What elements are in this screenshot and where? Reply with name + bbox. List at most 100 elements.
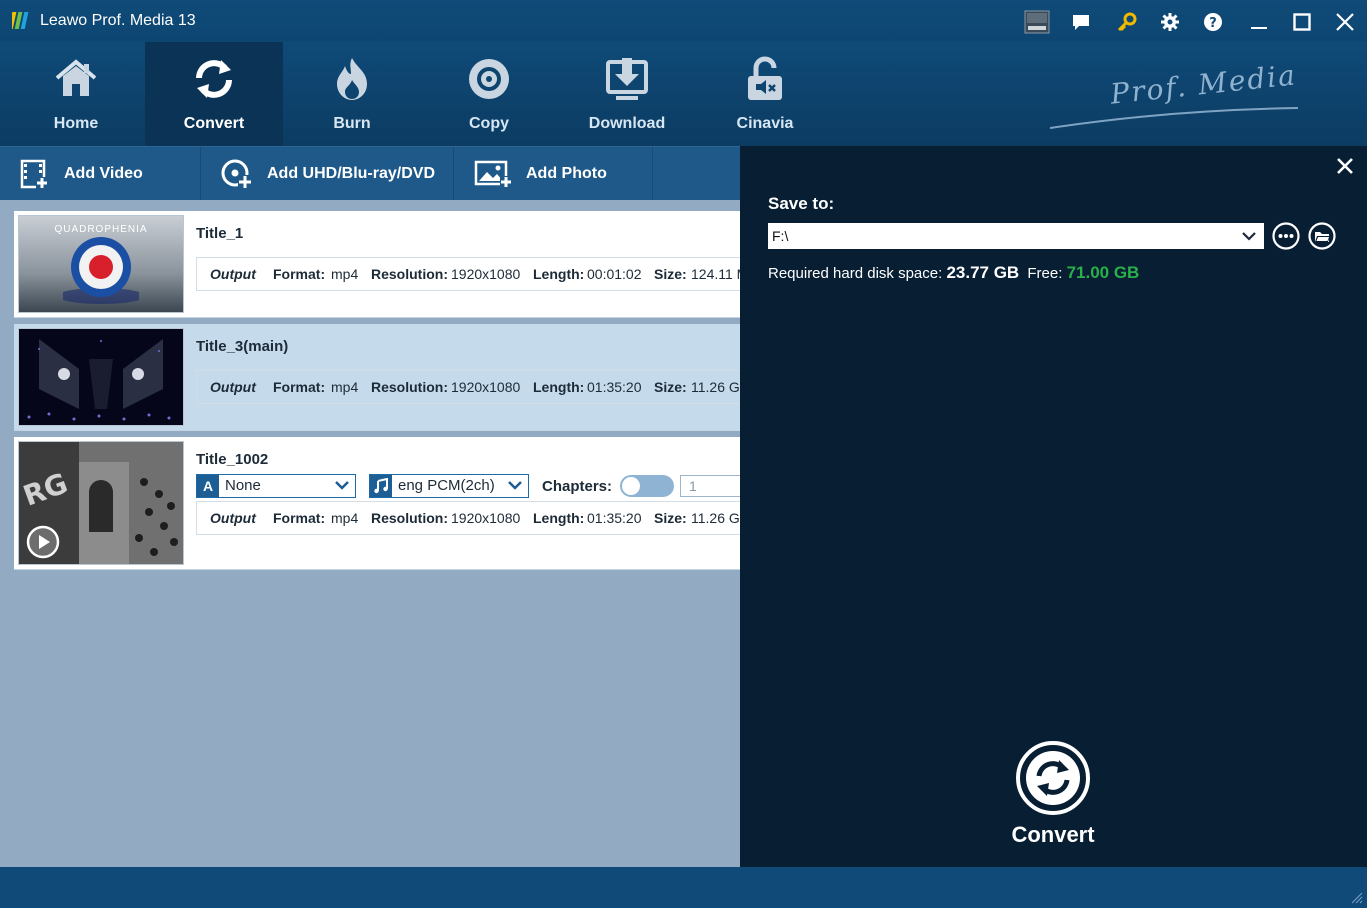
video-thumbnail[interactable]: RG: [18, 441, 184, 565]
chapter-input[interactable]: 1: [680, 475, 741, 497]
save-path-value: F:\: [772, 228, 789, 244]
save-to-label: Save to:: [768, 194, 835, 213]
minimize-icon[interactable]: [1246, 9, 1272, 35]
concert-image: [19, 329, 183, 425]
unlock-icon: [748, 56, 782, 100]
nav-burn[interactable]: Burn: [283, 42, 421, 146]
format-key: Format:: [273, 379, 326, 395]
feedback-icon[interactable]: [1068, 9, 1094, 35]
film-add-icon: [20, 159, 48, 189]
size-key: Size:: [654, 379, 687, 395]
disk-space-info: Required hard disk space: 23.77 GB Free:…: [768, 263, 1139, 283]
video-thumbnail[interactable]: QUADROPHENIA: [18, 215, 184, 313]
convert-button[interactable]: Convert: [1002, 740, 1104, 850]
amd-icon[interactable]: [1024, 9, 1050, 35]
size-value: 124.11 M: [691, 266, 741, 282]
length-key: Length:: [533, 266, 585, 282]
resize-grip-icon[interactable]: [1351, 892, 1363, 904]
format-value: mp4: [331, 510, 359, 526]
resolution-key: Resolution:: [371, 510, 448, 526]
nav-download[interactable]: Download: [558, 42, 696, 146]
open-folder-icon[interactable]: [1308, 222, 1336, 250]
title-bar: Leawo Prof. Media 13 ?: [0, 0, 1367, 42]
title-name: Title_1002: [196, 451, 269, 468]
subtitle-select[interactable]: A None: [196, 474, 356, 498]
format-key: Format:: [273, 266, 326, 282]
length-key: Length:: [533, 510, 585, 526]
download-icon: [606, 58, 648, 100]
audio-select[interactable]: eng PCM(2ch): [369, 474, 529, 498]
nav-home[interactable]: Home: [7, 42, 145, 146]
resolution-value: 1920x1080: [451, 266, 521, 282]
module-nav: Home Convert Burn Copy Download Cinavia …: [0, 42, 1367, 146]
music-note-icon: [370, 475, 392, 497]
add-video-label: Add Video: [64, 165, 143, 182]
length-value: 01:35:20: [587, 510, 642, 526]
toggle-knob: [622, 477, 640, 495]
length-value: 01:35:20: [587, 379, 642, 395]
nav-convert[interactable]: Convert: [145, 42, 283, 146]
subtitle-value: None: [225, 477, 261, 494]
size-key: Size:: [654, 266, 687, 282]
size-value: 11.26 GB: [691, 379, 741, 395]
close-icon[interactable]: [1335, 156, 1355, 176]
add-toolbar: Add Video Add UHD/Blu-ray/DVD Add Photo: [0, 146, 740, 201]
convert-icon: [1016, 741, 1090, 815]
free-label: Free:: [1027, 265, 1063, 282]
window-title: Leawo Prof. Media 13: [40, 12, 196, 29]
output-label: Output: [210, 510, 256, 526]
title-row[interactable]: RG Title_1002 A None eng PCM(2ch) Chapte…: [14, 437, 741, 570]
chevron-down-icon: [335, 481, 349, 490]
title-list: QUADROPHENIA Title_1 Output Format: mp4 …: [0, 200, 741, 867]
title-row[interactable]: Title_3(main) Output Format: mp4 Resolut…: [14, 324, 741, 431]
nav-download-label: Download: [588, 115, 666, 132]
brand-logo: Prof. Media: [1050, 58, 1300, 132]
disc-add-icon: [221, 159, 252, 189]
chapters-toggle[interactable]: [620, 475, 674, 497]
nav-cinavia[interactable]: Cinavia: [696, 42, 834, 146]
add-video-button[interactable]: Add Video: [0, 147, 201, 201]
title-name: Title_1: [196, 225, 244, 242]
resolution-value: 1920x1080: [451, 379, 521, 395]
title-name: Title_3(main): [196, 338, 289, 355]
resolution-value: 1920x1080: [451, 510, 521, 526]
settings-icon[interactable]: [1157, 9, 1183, 35]
convert-label: Convert: [1011, 822, 1095, 847]
output-info: Output Format: mp4 Resolution: 1920x1080…: [196, 501, 741, 535]
chapter-value: 1: [689, 478, 697, 494]
format-value: mp4: [331, 266, 359, 282]
nav-burn-label: Burn: [333, 115, 371, 132]
play-icon[interactable]: [25, 524, 61, 560]
required-label: Required hard disk space:: [768, 265, 943, 282]
output-info: Output Format: mp4 Resolution: 1920x1080…: [196, 370, 741, 404]
resolution-key: Resolution:: [371, 379, 448, 395]
output-info: Output Format: mp4 Resolution: 1920x1080…: [196, 257, 741, 291]
video-thumbnail[interactable]: [18, 328, 184, 426]
chevron-down-icon: [508, 481, 522, 490]
add-photo-label: Add Photo: [526, 165, 607, 182]
nav-copy[interactable]: Copy: [420, 42, 558, 146]
audio-value: eng PCM(2ch): [398, 477, 495, 494]
format-value: mp4: [331, 379, 359, 395]
convert-icon: [196, 60, 232, 98]
save-path-select[interactable]: F:\: [768, 223, 1264, 249]
close-window-icon[interactable]: [1332, 9, 1358, 35]
help-icon[interactable]: ?: [1200, 9, 1226, 35]
size-value: 11.26 GB: [691, 510, 741, 526]
nav-convert-label: Convert: [183, 115, 245, 132]
maximize-icon[interactable]: [1289, 9, 1315, 35]
add-photo-button[interactable]: Add Photo: [454, 147, 653, 201]
title-row[interactable]: QUADROPHENIA Title_1 Output Format: mp4 …: [14, 211, 741, 318]
svg-text:?: ?: [1209, 16, 1217, 31]
format-key: Format:: [273, 510, 326, 526]
nav-home-label: Home: [53, 115, 99, 132]
disc-icon: [469, 59, 509, 99]
add-disc-button[interactable]: Add UHD/Blu-ray/DVD: [201, 147, 454, 201]
track-controls: A None eng PCM(2ch) Chapters: 1: [196, 474, 741, 498]
output-label: Output: [210, 266, 256, 282]
key-icon[interactable]: [1114, 9, 1140, 35]
browse-more-icon[interactable]: [1272, 222, 1300, 250]
photo-add-icon: [474, 160, 512, 188]
chapters-label: Chapters:: [542, 478, 613, 495]
length-key: Length:: [533, 379, 585, 395]
